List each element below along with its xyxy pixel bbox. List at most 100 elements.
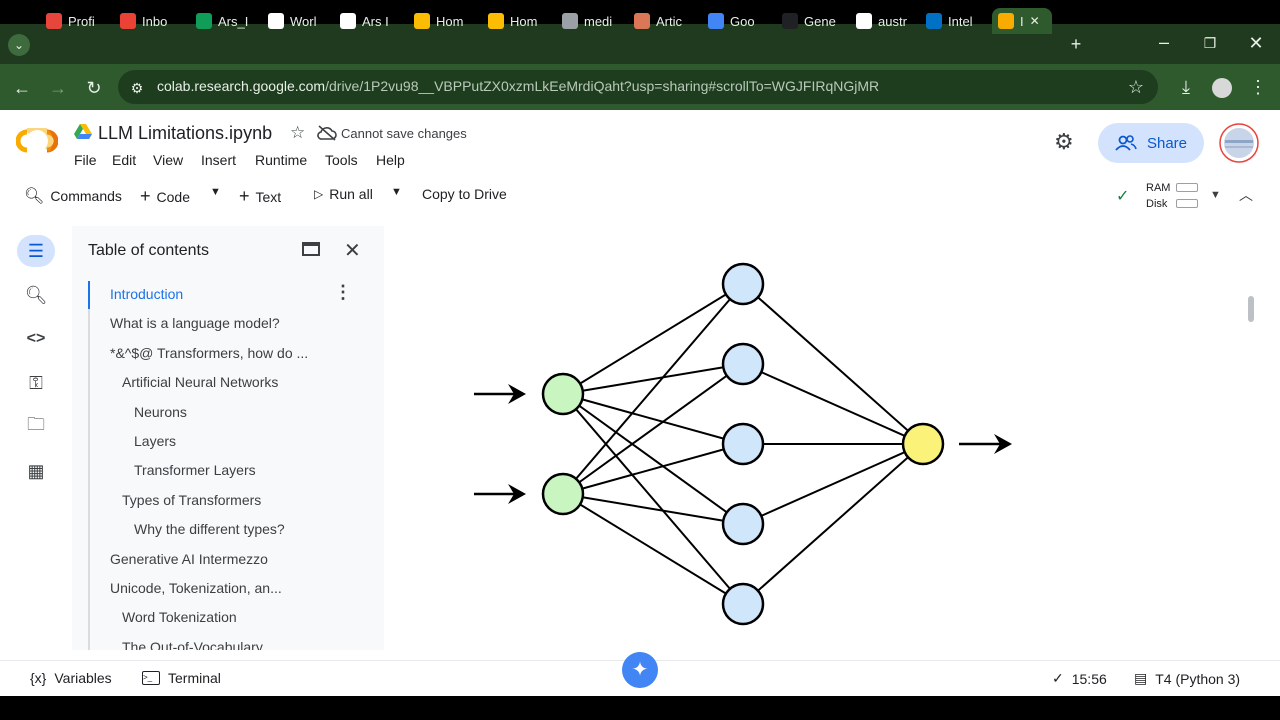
url-text[interactable]: colab.research.google.com/drive/1P2vu98_… — [157, 78, 879, 94]
reload-icon[interactable]: ↻ — [84, 78, 104, 98]
code-dropdown-icon[interactable]: ▼ — [210, 186, 221, 198]
user-avatar[interactable] — [1219, 123, 1259, 163]
close-window-icon[interactable]: ✕ — [1246, 33, 1266, 53]
browser-tab[interactable]: Profi — [46, 8, 112, 34]
tab-label: Intel — [948, 13, 973, 29]
menu-runtime[interactable]: Runtime — [255, 152, 307, 168]
tab-label: Artic — [656, 13, 682, 29]
hidden-neuron — [721, 582, 765, 626]
tab-label: Ars_I — [218, 13, 249, 29]
browser-tab[interactable]: austr — [856, 8, 922, 34]
run-all-button[interactable]: ▷ Run all — [314, 186, 373, 202]
secrets-key-icon[interactable]: ⚿ — [22, 369, 50, 397]
output-neuron — [901, 422, 945, 466]
toc-item[interactable]: Artificial Neural Networks — [122, 374, 278, 390]
toc-item[interactable]: Generative AI Intermezzo — [110, 551, 268, 567]
toc-item[interactable]: Word Tokenization — [122, 609, 237, 625]
find-replace-icon[interactable]: 🔍︎ — [22, 281, 50, 309]
open-in-tab-icon[interactable] — [302, 242, 320, 256]
terminal-icon: >_ — [142, 671, 160, 685]
runtime-status[interactable]: ▤ T4 (Python 3) — [1134, 670, 1240, 687]
tab-search-icon[interactable]: ⌄ — [8, 34, 30, 56]
toc-item[interactable]: Why the different types? — [134, 521, 285, 537]
notebook-title[interactable]: LLM Limitations.ipynb — [98, 123, 272, 144]
menu-help[interactable]: Help — [376, 152, 405, 168]
browser-tab[interactable]: Inbo — [120, 8, 186, 34]
check-icon: ✓ — [1052, 670, 1064, 686]
terminal-button[interactable]: >_ Terminal — [142, 670, 221, 686]
gemini-sparkle-icon[interactable]: ✦ — [622, 652, 658, 688]
menu-edit[interactable]: Edit — [112, 152, 136, 168]
chrome-menu-icon[interactable]: ⋮ — [1248, 77, 1268, 97]
toc-item[interactable]: Transformer Layers — [134, 462, 256, 478]
neural-network-diagram — [474, 262, 1012, 626]
browser-tab[interactable]: Ars_I — [196, 8, 262, 34]
toc-item[interactable]: Unicode, Tokenization, an... — [110, 580, 282, 596]
code-snippets-icon[interactable]: <> — [22, 325, 50, 353]
toc-item[interactable]: Types of Transformers — [122, 492, 261, 508]
toc-list-icon[interactable]: ☰ — [22, 237, 50, 265]
data-table-icon[interactable]: ▦ — [22, 457, 50, 485]
menu-file[interactable]: File — [74, 152, 97, 168]
hidden-neuron — [721, 502, 765, 546]
back-icon[interactable]: ← — [12, 78, 32, 98]
browser-tab[interactable]: Artic — [634, 8, 700, 34]
browser-tab[interactable]: Ars I — [340, 8, 406, 34]
tab-label: Hom — [436, 13, 464, 29]
notebook-cell-area — [392, 226, 1270, 650]
gmail-icon — [120, 13, 136, 29]
variables-label: Variables — [54, 670, 112, 686]
settings-gear-icon[interactable]: ⚙ — [1054, 130, 1074, 154]
toc-item[interactable]: The Out-of-Vocabulary — [122, 639, 263, 650]
browser-tab[interactable]: Hom — [414, 8, 480, 34]
bookmark-star-icon[interactable]: ☆ — [1126, 77, 1146, 97]
resources-dropdown-icon[interactable]: ▼ — [1210, 189, 1221, 201]
close-panel-icon[interactable]: ✕ — [344, 238, 361, 263]
browser-tab[interactable]: Hom — [488, 8, 554, 34]
section-more-icon[interactable]: ⋮ — [334, 282, 352, 303]
profile-avatar[interactable] — [1212, 78, 1232, 98]
site-info-icon[interactable]: ⚙ — [128, 78, 146, 98]
share-button[interactable]: Share — [1098, 123, 1204, 163]
forward-icon[interactable]: → — [48, 78, 68, 98]
variables-button[interactable]: {x} Variables — [30, 670, 112, 686]
scrollbar-thumb[interactable] — [1248, 296, 1254, 322]
menu-view[interactable]: View — [153, 152, 183, 168]
connection-edge — [742, 363, 924, 445]
add-code-button[interactable]: + Code — [140, 186, 190, 207]
menu-tools[interactable]: Tools — [325, 152, 358, 168]
close-tab-icon[interactable]: ✕ — [1030, 14, 1040, 28]
download-icon[interactable]: ⤓ — [1176, 77, 1196, 97]
connection-edge — [562, 493, 744, 605]
run-all-dropdown-icon[interactable]: ▼ — [391, 186, 402, 198]
toc-item[interactable]: Introduction — [110, 286, 183, 302]
toc-item[interactable]: Neurons — [134, 404, 187, 420]
connection-edge — [562, 443, 744, 495]
execution-status[interactable]: ✓ 15:56 — [1052, 670, 1107, 687]
restore-icon[interactable]: ❐ — [1200, 33, 1220, 53]
menu-insert[interactable]: Insert — [201, 152, 236, 168]
browser-tab[interactable]: medi — [562, 8, 628, 34]
new-tab-icon[interactable]: + — [1066, 34, 1086, 54]
star-icon[interactable]: ☆ — [290, 123, 305, 143]
browser-tab[interactable]: Gene — [782, 8, 848, 34]
commands-button[interactable]: 🔍︎ Commands — [24, 186, 122, 206]
toc-item[interactable]: Layers — [134, 433, 176, 449]
browser-tab[interactable]: I ✕ — [992, 8, 1052, 34]
add-text-button[interactable]: + Text — [239, 186, 281, 207]
connection-edge — [562, 393, 744, 525]
tab-label: Inbo — [142, 13, 168, 29]
run-all-label: Run all — [329, 186, 373, 202]
browser-tab[interactable]: Intel — [926, 8, 992, 34]
toc-item[interactable]: What is a language model? — [110, 315, 280, 331]
files-folder-icon[interactable]: 🗀 — [22, 413, 50, 441]
browser-tab[interactable]: Goo — [708, 8, 774, 34]
collapse-header-icon[interactable]: ︿ — [1239, 185, 1253, 205]
browser-tab[interactable]: Worl — [268, 8, 334, 34]
resources-indicator[interactable]: RAM Disk — [1146, 180, 1170, 212]
minimize-icon[interactable]: – — [1154, 32, 1174, 52]
colab-logo-icon[interactable] — [16, 128, 58, 154]
toc-item[interactable]: *&^$@ Transformers, how do ... — [110, 345, 308, 361]
copy-to-drive-button[interactable]: Copy to Drive — [422, 186, 507, 202]
drive-icon — [414, 13, 430, 29]
